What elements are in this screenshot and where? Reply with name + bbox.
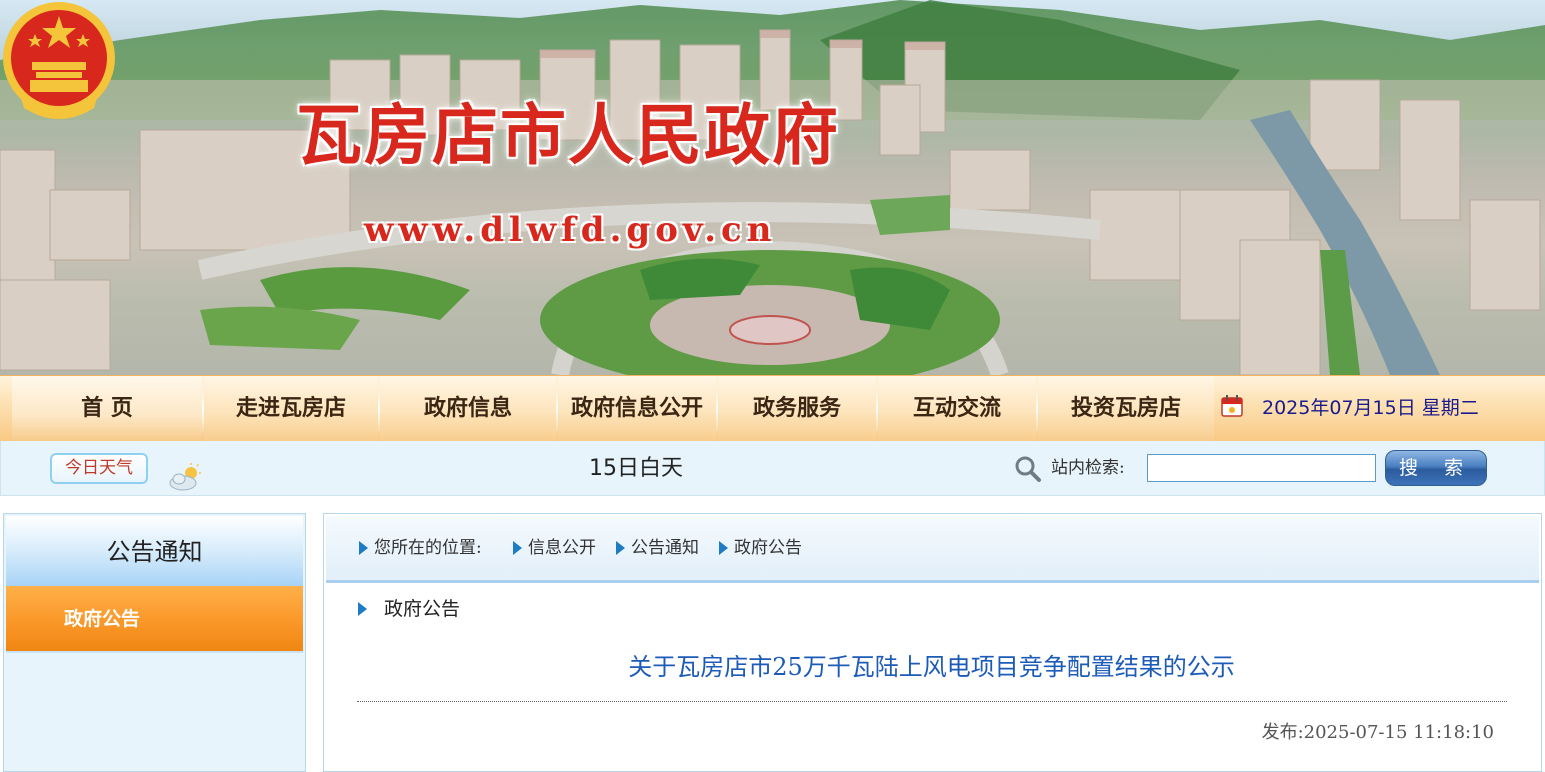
breadcrumb-item-notices[interactable]: 公告通知 (631, 516, 699, 580)
triangle-bullet-icon (358, 602, 367, 616)
main-content: 您所在的位置: 信息公开 公告通知 政府公告 政府公告 关于瓦房店市25万千瓦陆… (323, 513, 1542, 772)
current-date: 2025年07月15日 星期二 (1262, 397, 1479, 419)
publish-date: 发布:2025-07-15 11:18:10 (1261, 722, 1494, 743)
search-input[interactable] (1147, 454, 1376, 482)
nav-item-investment[interactable]: 投资瓦房店 (1038, 376, 1214, 442)
sidebar-item-gov-announcement[interactable]: 政府公告 (6, 586, 303, 653)
title-divider (357, 701, 1507, 702)
weather-button[interactable]: 今日天气 (50, 453, 148, 484)
calendar-icon (1221, 395, 1243, 417)
partly-cloudy-icon (169, 463, 201, 491)
breadcrumb-item-gov-announcement[interactable]: 政府公告 (734, 516, 802, 580)
breadcrumb: 您所在的位置: 信息公开 公告通知 政府公告 (326, 516, 1539, 583)
weather-forecast-text: 15日白天 (589, 456, 683, 481)
national-emblem-icon (3, 2, 115, 119)
nav-item-info-disclosure[interactable]: 政府信息公开 (558, 376, 716, 442)
section-title: 政府公告 (384, 598, 461, 620)
article-title: 关于瓦房店市25万千瓦陆上风电项目竞争配置结果的公示 (628, 653, 1235, 681)
search-label: 站内检索: (1051, 458, 1125, 478)
nav-item-about[interactable]: 走进瓦房店 (204, 376, 378, 442)
nav-item-gov-info[interactable]: 政府信息 (380, 376, 556, 442)
magnifier-icon (1015, 456, 1041, 482)
header-banner: 瓦房店市人民政府 www.dlwfd.gov.cn (0, 0, 1545, 375)
info-bar: 今日天气 15日白天 站内检索: 搜 索 (0, 441, 1545, 496)
site-title: 瓦房店市人民政府 (296, 96, 840, 174)
sidebar-item-label: 政府公告 (64, 608, 141, 630)
triangle-bullet-icon (616, 541, 625, 555)
triangle-bullet-icon (513, 541, 522, 555)
search-button[interactable]: 搜 索 (1385, 450, 1487, 486)
site-url: www.dlwfd.gov.cn (364, 210, 777, 250)
nav-item-home[interactable]: 首 页 (12, 376, 202, 442)
city-aerial-photo (0, 0, 1545, 375)
triangle-bullet-icon (359, 541, 368, 555)
breadcrumb-prefix: 您所在的位置: (374, 538, 482, 558)
sidebar: 公告通知 政府公告 (3, 513, 306, 772)
nav-item-interaction[interactable]: 互动交流 (878, 376, 1036, 442)
main-nav: 首 页 走进瓦房店 政府信息 政府信息公开 政务服务 互动交流 投资瓦房店 20… (0, 375, 1545, 442)
triangle-bullet-icon (719, 541, 728, 555)
sidebar-title: 公告通知 (6, 516, 303, 586)
nav-item-gov-services[interactable]: 政务服务 (718, 376, 876, 442)
breadcrumb-item-info-disclosure[interactable]: 信息公开 (528, 516, 596, 580)
